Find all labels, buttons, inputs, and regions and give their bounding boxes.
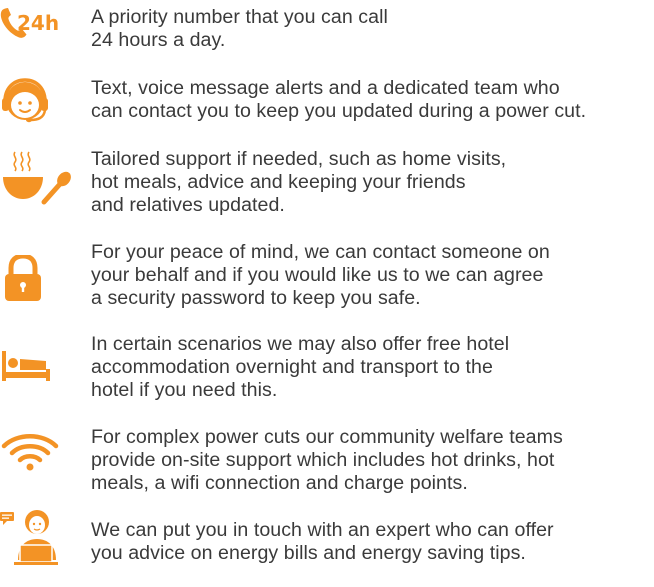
support-item-line: A priority number that you can call (91, 6, 388, 28)
phone-24-hours-label: 24h (17, 11, 59, 35)
headset-agent-icon (0, 78, 72, 124)
support-item-text: Tailored support if needed, such as home… (91, 148, 651, 217)
wifi-icon (0, 432, 72, 472)
padlock-icon (0, 255, 72, 303)
support-item-line: We can put you in touch with an expert w… (91, 519, 554, 541)
support-item-line: 24 hours a day. (91, 29, 226, 51)
support-item-line: and relatives updated. (91, 194, 285, 216)
support-item-line: you advice on energy bills and energy sa… (91, 542, 526, 564)
energy-expert-laptop-icon (0, 508, 72, 566)
phone-24-hours-icon: 24h (0, 6, 72, 42)
support-item-line: a security password to keep you safe. (91, 287, 421, 309)
hotel-bed-icon (0, 349, 72, 385)
support-item-line: Tailored support if needed, such as home… (91, 148, 507, 170)
support-item-text: We can put you in touch with an expert w… (91, 519, 651, 565)
support-item-line: hotel if you need this. (91, 379, 278, 401)
support-item-text: In certain scenarios we may also offer f… (91, 333, 651, 402)
support-item-line: For your peace of mind, we can contact s… (91, 241, 550, 263)
support-item-line: Text, voice message alerts and a dedicat… (91, 77, 560, 99)
support-item-line: your behalf and if you would like us to … (91, 264, 544, 286)
support-item-line: For complex power cuts our community wel… (91, 426, 563, 448)
support-item-line: accommodation overnight and transport to… (91, 356, 493, 378)
hot-soup-bowl-icon (0, 150, 72, 212)
support-item-line: In certain scenarios we may also offer f… (91, 333, 510, 355)
support-item-text: Text, voice message alerts and a dedicat… (91, 77, 651, 123)
support-item-text: For complex power cuts our community wel… (91, 426, 651, 495)
support-item-line: can contact you to keep you updated duri… (91, 100, 587, 122)
support-item-text: A priority number that you can call 24 h… (91, 6, 651, 52)
support-item-line: provide on-site support which includes h… (91, 449, 555, 471)
support-item-line: hot meals, advice and keeping your frien… (91, 171, 466, 193)
support-item-line: meals, a wifi connection and charge poin… (91, 472, 468, 494)
support-item-text: For your peace of mind, we can contact s… (91, 241, 651, 310)
